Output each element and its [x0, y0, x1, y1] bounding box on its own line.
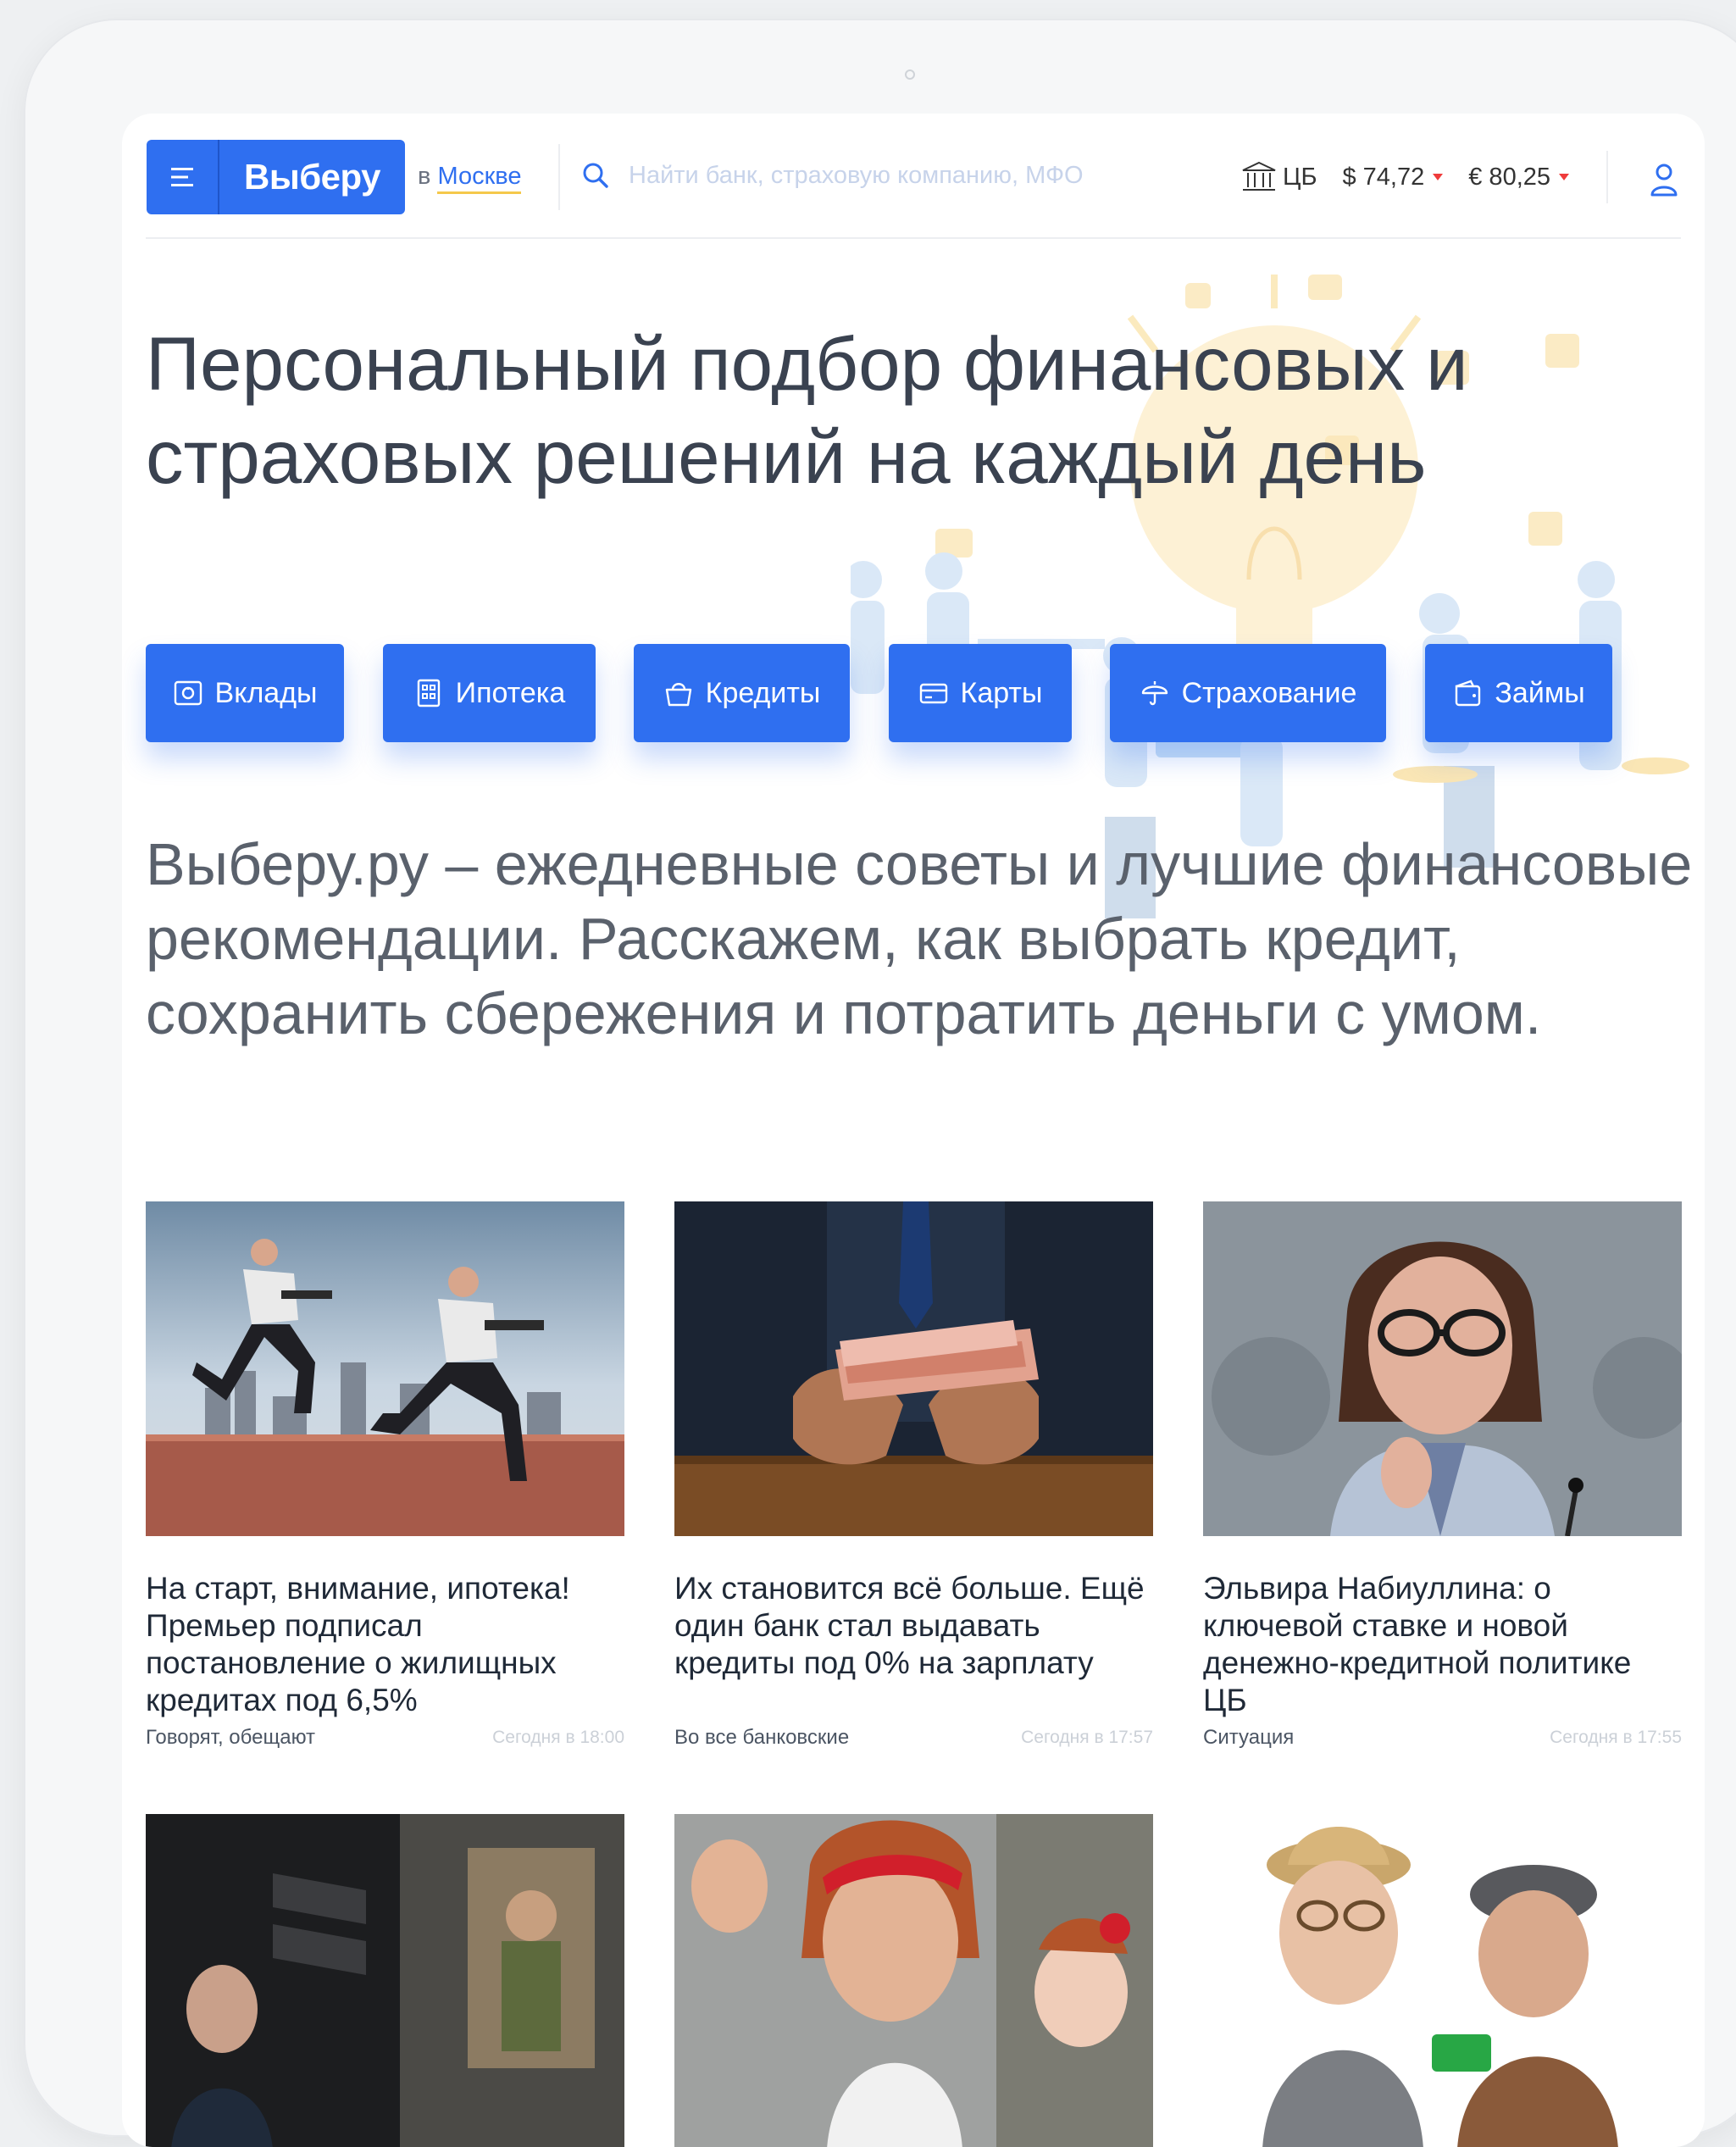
category-label: Карты — [960, 676, 1043, 709]
news-tag[interactable]: Во все банковские — [674, 1726, 849, 1750]
credit-icon — [665, 683, 691, 707]
deposit-icon — [174, 680, 202, 706]
photo-money — [674, 1201, 1153, 1536]
mortgage-icon — [417, 679, 440, 707]
hamburger-icon — [171, 168, 193, 186]
brand-block: Выберу — [147, 140, 405, 214]
tablet-frame: Выберу в Москве Найти банк, страховую ко… — [24, 19, 1736, 2147]
category-mortgage-button[interactable]: Ипотека — [383, 644, 596, 742]
city-prefix: в — [418, 163, 431, 190]
camera-dot — [905, 69, 915, 80]
news-card[interactable]: Эльвира Набиуллина: о ключевой ставке и … — [1203, 1201, 1682, 1750]
header-divider — [1606, 151, 1608, 203]
header-bottom-line — [146, 237, 1681, 239]
category-label: Кредиты — [705, 676, 821, 709]
category-label: Ипотека — [455, 676, 566, 709]
site-tagline: Выберу.ру – ежедневные советы и лучшие ф… — [146, 831, 1693, 1046]
news-card[interactable] — [146, 1814, 624, 2147]
news-card[interactable] — [674, 1814, 1153, 2147]
exchange-rates: ЦБ $ 74,72 € 80,25 — [1240, 158, 1570, 197]
news-card[interactable]: На старт, внимание, ипотека! Премьер под… — [146, 1201, 624, 1750]
card-icon — [919, 683, 947, 704]
news-time: Сегодня в 17:55 — [1550, 1728, 1682, 1747]
news-image-putin[interactable] — [146, 1814, 624, 2147]
news-tag[interactable]: Ситуация — [1203, 1726, 1294, 1750]
news-time: Сегодня в 18:00 — [492, 1728, 624, 1747]
news-card[interactable]: Их становится всё больше. Ещё один банк … — [674, 1201, 1153, 1750]
screen: Выберу в Москве Найти банк, страховую ко… — [122, 114, 1705, 2147]
photo-runners — [146, 1201, 624, 1536]
photo-politician — [146, 1814, 624, 2147]
usd-rate[interactable]: $ 74,72 — [1342, 163, 1444, 191]
rate-down-icon — [1433, 174, 1444, 180]
eur-value: € 80,25 — [1468, 163, 1551, 191]
category-loans-button[interactable]: Займы — [1425, 644, 1612, 742]
category-cards-button[interactable]: Карты — [889, 644, 1072, 742]
news-image-pensioners[interactable] — [1203, 1814, 1682, 2147]
insurance-icon — [1141, 681, 1168, 706]
bank-icon — [1242, 161, 1276, 191]
news-time: Сегодня в 17:57 — [1021, 1728, 1153, 1747]
news-tag[interactable]: Говорят, обещают — [146, 1726, 315, 1750]
news-title[interactable]: На старт, внимание, ипотека! Премьер под… — [146, 1570, 624, 1721]
news-meta: Говорят, обещают Сегодня в 18:00 — [146, 1726, 624, 1750]
category-deposits-button[interactable]: Вклады — [146, 644, 344, 742]
category-label: Вклады — [214, 676, 318, 709]
usd-value: $ 74,72 — [1342, 163, 1425, 191]
category-label: Займы — [1495, 676, 1585, 709]
eur-rate[interactable]: € 80,25 — [1468, 163, 1570, 191]
news-image-money[interactable] — [674, 1201, 1153, 1536]
news-image-mother-child[interactable] — [674, 1814, 1153, 2147]
news-image-nabiullina[interactable] — [1203, 1201, 1682, 1536]
page-title: Персональный подбор финансовых и страхов… — [146, 321, 1468, 499]
site-header: Выберу в Москве Найти банк, страховую ко… — [122, 114, 1705, 237]
loan-icon — [1456, 680, 1481, 707]
logo-link[interactable]: Выберу — [219, 140, 405, 214]
search-input[interactable] — [627, 156, 1147, 195]
news-meta: Ситуация Сегодня в 17:55 — [1203, 1726, 1682, 1750]
cb-label: ЦБ — [1283, 163, 1317, 191]
city-selector[interactable]: в Москве — [418, 163, 522, 194]
photo-family — [674, 1814, 1153, 2147]
category-label: Страхование — [1181, 676, 1357, 709]
menu-button[interactable] — [147, 140, 219, 214]
news-meta: Во все банковские Сегодня в 17:57 — [674, 1726, 1153, 1750]
photo-speaker — [1203, 1201, 1682, 1536]
news-title[interactable]: Их становится всё больше. Ещё один банк … — [674, 1570, 1153, 1721]
category-insurance-button[interactable]: Страхование — [1110, 644, 1386, 742]
city-link[interactable]: Москве — [437, 163, 522, 194]
category-credits-button[interactable]: Кредиты — [634, 644, 850, 742]
rate-down-icon — [1559, 174, 1570, 180]
news-card[interactable] — [1203, 1814, 1682, 2147]
header-divider — [558, 144, 560, 210]
photo-seniors — [1203, 1814, 1682, 2147]
news-title[interactable]: Эльвира Набиуллина: о ключевой ставке и … — [1203, 1570, 1682, 1721]
user-icon[interactable] — [1649, 161, 1679, 198]
news-image-runners[interactable] — [146, 1201, 624, 1536]
search-icon[interactable] — [580, 159, 612, 191]
